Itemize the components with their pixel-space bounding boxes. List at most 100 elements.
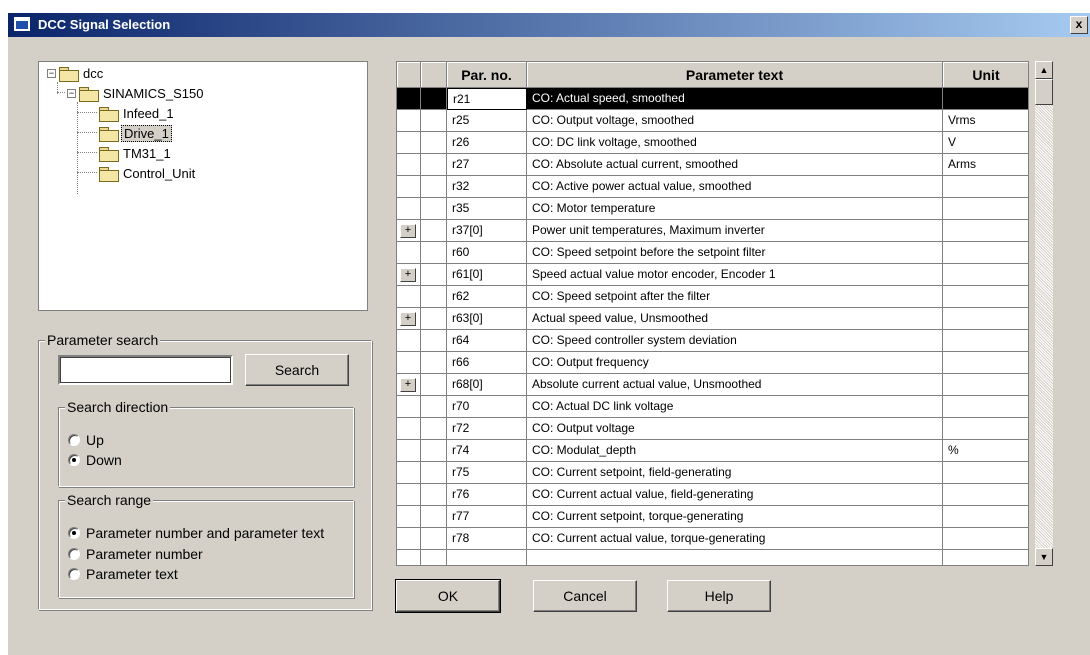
parameter-text-cell[interactable]: Speed actual value motor encoder, Encode… xyxy=(527,264,943,286)
expand-icon[interactable]: + xyxy=(400,268,416,282)
expand-cell[interactable] xyxy=(397,110,421,132)
blank-cell[interactable] xyxy=(421,110,447,132)
blank-cell[interactable] xyxy=(421,286,447,308)
unit-cell[interactable] xyxy=(943,330,1028,352)
parameter-text-cell[interactable]: CO: Motor temperature xyxy=(527,198,943,220)
parameter-text-cell[interactable]: CO: DC link voltage, smoothed xyxy=(527,132,943,154)
par-no-cell[interactable]: r26 xyxy=(447,132,527,154)
column-header-parameter-text[interactable]: Parameter text xyxy=(527,62,943,88)
par-no-cell[interactable]: r32 xyxy=(447,176,527,198)
radio-number-and-text[interactable]: Parameter number and parameter text xyxy=(68,525,324,541)
table-row[interactable]: r77 CO: Current setpoint, torque-generati… xyxy=(397,506,1028,528)
unit-cell[interactable] xyxy=(943,418,1028,440)
parameter-text-cell[interactable]: CO: Absolute actual current, smoothed xyxy=(527,154,943,176)
unit-cell[interactable] xyxy=(943,374,1028,396)
blank-cell[interactable] xyxy=(421,330,447,352)
par-no-cell[interactable]: r27 xyxy=(447,154,527,176)
par-no-cell[interactable]: r68[0] xyxy=(447,374,527,396)
par-no-cell[interactable]: r75 xyxy=(447,462,527,484)
expand-cell[interactable] xyxy=(397,176,421,198)
parameter-text-cell[interactable]: CO: Active power actual value, smoothed xyxy=(527,176,943,198)
tree-node-drive[interactable]: Drive_1 xyxy=(99,124,172,144)
parameter-text-cell[interactable] xyxy=(527,550,943,565)
parameter-text-cell[interactable]: CO: Output voltage xyxy=(527,418,943,440)
device-tree[interactable]: − dcc − SINAMICS_S150 Infeed_1 Drive_1 TM3… xyxy=(38,61,368,311)
blank-cell[interactable] xyxy=(421,264,447,286)
table-row[interactable]: r78 CO: Current actual value, torque-gene… xyxy=(397,528,1028,550)
expand-cell[interactable] xyxy=(397,506,421,528)
expand-icon[interactable]: + xyxy=(400,312,416,326)
table-row[interactable]: r21 CO: Actual speed, smoothed xyxy=(397,88,1028,110)
parameter-text-cell[interactable]: CO: Speed setpoint before the setpoint f… xyxy=(527,242,943,264)
unit-cell[interactable] xyxy=(943,220,1028,242)
blank-cell[interactable] xyxy=(421,396,447,418)
unit-cell[interactable] xyxy=(943,176,1028,198)
radio-button[interactable] xyxy=(68,434,80,447)
column-header-par-no[interactable]: Par. no. xyxy=(447,62,527,88)
unit-cell[interactable] xyxy=(943,484,1028,506)
parameter-text-cell[interactable]: Actual speed value, Unsmoothed xyxy=(527,308,943,330)
par-no-cell[interactable]: r35 xyxy=(447,198,527,220)
parameter-table[interactable]: Par. no. Parameter text Unit r21 CO: Actu… xyxy=(396,61,1029,566)
parameter-text-cell[interactable]: CO: Current actual value, torque-generat… xyxy=(527,528,943,550)
tree-node-infeed[interactable]: Infeed_1 xyxy=(99,104,176,124)
par-no-cell[interactable]: r76 xyxy=(447,484,527,506)
unit-cell[interactable] xyxy=(943,550,1028,565)
expand-cell[interactable] xyxy=(397,550,421,565)
radio-up[interactable]: Up xyxy=(68,432,104,448)
blank-cell[interactable] xyxy=(421,440,447,462)
ok-button[interactable]: OK xyxy=(395,579,501,613)
par-no-cell[interactable]: r77 xyxy=(447,506,527,528)
parameter-text-cell[interactable]: CO: Actual speed, smoothed xyxy=(527,88,943,110)
unit-cell[interactable] xyxy=(943,264,1028,286)
unit-cell[interactable] xyxy=(943,88,1028,110)
table-row[interactable]: r64 CO: Speed controller system deviation xyxy=(397,330,1028,352)
table-row[interactable]: r26 CO: DC link voltage, smoothed V xyxy=(397,132,1028,154)
par-no-cell[interactable]: r66 xyxy=(447,352,527,374)
unit-cell[interactable]: Arms xyxy=(943,154,1028,176)
blank-cell[interactable] xyxy=(421,418,447,440)
table-row[interactable]: r74 CO: Modulat_depth% xyxy=(397,440,1028,462)
table-row[interactable]: r75 CO: Current setpoint, field-generatin… xyxy=(397,462,1028,484)
table-row[interactable] xyxy=(397,550,1028,565)
expand-cell[interactable] xyxy=(397,440,421,462)
unit-cell[interactable] xyxy=(943,506,1028,528)
table-row[interactable]: r66 CO: Output frequency xyxy=(397,352,1028,374)
unit-cell[interactable] xyxy=(943,308,1028,330)
table-row[interactable]: + r68[0] Absolute current actual value, Un… xyxy=(397,374,1028,396)
unit-cell[interactable] xyxy=(943,286,1028,308)
table-row[interactable]: r35 CO: Motor temperature xyxy=(397,198,1028,220)
par-no-cell[interactable]: r61[0] xyxy=(447,264,527,286)
blank-cell[interactable] xyxy=(421,132,447,154)
help-button[interactable]: Help xyxy=(667,580,771,612)
par-no-cell[interactable]: r60 xyxy=(447,242,527,264)
table-row[interactable]: r27 CO: Absolute actual current, smoothed… xyxy=(397,154,1028,176)
unit-cell[interactable] xyxy=(943,198,1028,220)
expand-cell[interactable]: + xyxy=(397,264,421,286)
expand-cell[interactable] xyxy=(397,462,421,484)
unit-cell[interactable] xyxy=(943,352,1028,374)
vertical-scrollbar[interactable]: ▲ ▼ xyxy=(1035,61,1053,566)
column-header-unit[interactable]: Unit xyxy=(943,62,1028,88)
blank-cell[interactable] xyxy=(421,484,447,506)
expand-cell[interactable] xyxy=(397,418,421,440)
par-no-cell[interactable] xyxy=(447,550,527,565)
blank-cell[interactable] xyxy=(421,528,447,550)
expand-cell[interactable]: + xyxy=(397,374,421,396)
table-row[interactable]: r32 CO: Active power actual value, smooth… xyxy=(397,176,1028,198)
blank-cell[interactable] xyxy=(421,220,447,242)
expand-icon[interactable]: + xyxy=(400,224,416,238)
blank-cell[interactable] xyxy=(421,176,447,198)
blank-cell[interactable] xyxy=(421,506,447,528)
expand-cell[interactable] xyxy=(397,352,421,374)
expand-cell[interactable]: + xyxy=(397,308,421,330)
expand-cell[interactable] xyxy=(397,396,421,418)
expand-cell[interactable] xyxy=(397,154,421,176)
close-button[interactable]: x xyxy=(1070,16,1088,34)
par-no-cell[interactable]: r37[0] xyxy=(447,220,527,242)
radio-button[interactable] xyxy=(68,454,80,467)
radio-text[interactable]: Parameter text xyxy=(68,566,178,582)
par-no-cell[interactable]: r70 xyxy=(447,396,527,418)
blank-cell[interactable] xyxy=(421,198,447,220)
blank-cell[interactable] xyxy=(421,550,447,565)
